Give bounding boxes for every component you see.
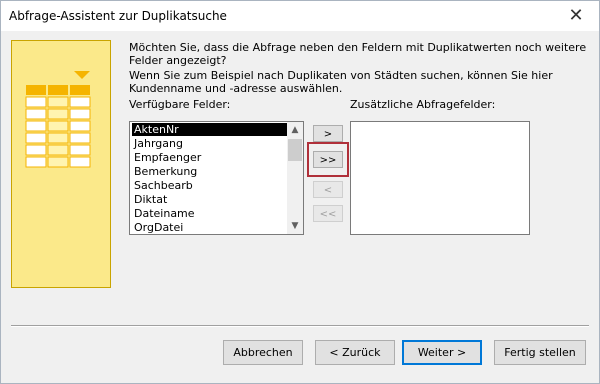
scroll-down-icon[interactable]: ▼ <box>287 218 303 234</box>
additional-fields-list[interactable] <box>350 121 530 235</box>
question-text: Möchten Sie, dass die Abfrage neben den … <box>129 41 587 67</box>
close-icon[interactable]: ✕ <box>559 3 593 29</box>
list-item[interactable]: Jahrgang <box>132 137 183 150</box>
list-item[interactable]: AktenNr <box>132 123 290 136</box>
scroll-up-icon[interactable]: ▲ <box>287 122 303 138</box>
available-fields-list[interactable]: AktenNr Jahrgang Empfaenger Bemerkung Sa… <box>129 121 304 235</box>
list-item[interactable]: Bemerkung <box>132 165 197 178</box>
list-item[interactable]: Dateiname <box>132 207 195 220</box>
finish-button[interactable]: Fertig stellen <box>494 340 586 365</box>
separator <box>11 325 589 327</box>
available-fields-label: Verfügbare Felder: <box>129 98 231 111</box>
add-field-button[interactable]: > <box>313 125 343 142</box>
remove-field-button[interactable]: < <box>313 181 343 198</box>
next-button[interactable]: Weiter > <box>402 340 482 365</box>
vertical-scrollbar[interactable]: ▲ ▼ <box>287 122 303 234</box>
list-item[interactable]: Diktat <box>132 193 167 206</box>
scroll-thumb[interactable] <box>288 139 302 161</box>
example-text: Wenn Sie zum Beispiel nach Duplikaten vo… <box>129 69 553 95</box>
back-button[interactable]: < Zurück <box>315 340 395 365</box>
dialog-window: Abfrage-Assistent zur Duplikatsuche ✕ Mö… <box>0 0 600 384</box>
wizard-illustration <box>11 40 111 288</box>
window-title: Abfrage-Assistent zur Duplikatsuche <box>9 9 227 23</box>
remove-all-fields-button[interactable]: << <box>313 205 343 222</box>
cancel-button[interactable]: Abbrechen <box>223 340 303 365</box>
additional-fields-label: Zusätzliche Abfragefelder: <box>350 98 496 111</box>
highlight-frame <box>307 142 349 177</box>
list-item[interactable]: Sachbearb <box>132 179 193 192</box>
title-bar[interactable]: Abfrage-Assistent zur Duplikatsuche ✕ <box>1 1 599 31</box>
list-item[interactable]: OrgDatei <box>132 221 183 234</box>
list-item[interactable]: Empfaenger <box>132 151 201 164</box>
